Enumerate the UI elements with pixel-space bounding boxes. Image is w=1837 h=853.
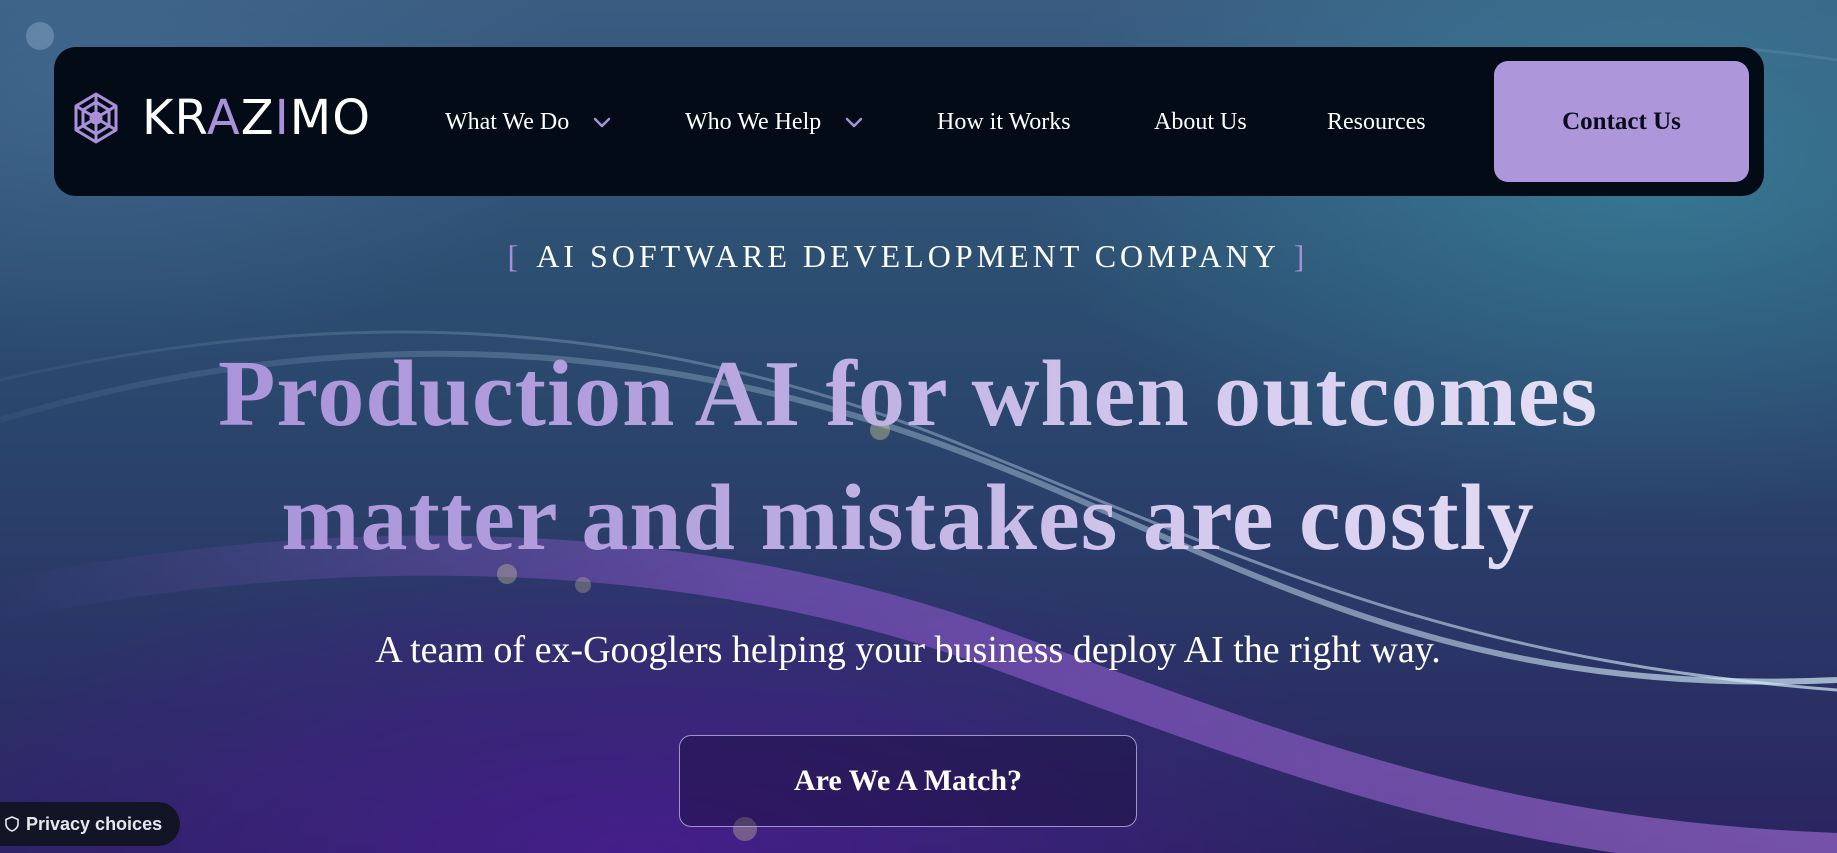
nav-item-label: About Us bbox=[1154, 108, 1247, 135]
nav-item-label: How it Works bbox=[937, 108, 1071, 135]
contact-us-button[interactable]: Contact Us bbox=[1494, 61, 1749, 182]
eyebrow-text: AI SOFTWARE DEVELOPMENT COMPANY bbox=[536, 238, 1280, 274]
top-navbar: KRAZIMO What We Do Who We Help How it Wo… bbox=[54, 47, 1764, 196]
shield-icon bbox=[5, 816, 19, 832]
nav-item-about-us[interactable]: About Us bbox=[1154, 104, 1247, 140]
eyebrow-bracket-close: ] bbox=[1293, 238, 1309, 274]
nav-item-label: What We Do bbox=[445, 108, 570, 135]
chevron-down-icon bbox=[594, 117, 611, 128]
nav-item-label: Resources bbox=[1327, 108, 1426, 135]
nav-item-what-we-do[interactable]: What We Do bbox=[445, 104, 613, 140]
privacy-choices-button[interactable]: Privacy choices bbox=[0, 802, 181, 846]
brand-wordmark: KRAZIMO bbox=[142, 90, 371, 146]
hero-eyebrow: [ AI SOFTWARE DEVELOPMENT COMPANY] bbox=[0, 238, 1816, 275]
chevron-down-icon bbox=[846, 117, 863, 128]
privacy-choices-label: Privacy choices bbox=[26, 813, 163, 834]
eyebrow-bracket-open: [ bbox=[507, 238, 523, 274]
brand-logo[interactable]: KRAZIMO bbox=[68, 90, 371, 146]
hero-subtitle: A team of ex-Googlers helping your busin… bbox=[375, 629, 1441, 671]
headline-line-1: Production AI for when outcomes bbox=[217, 342, 1599, 446]
nav-item-how-it-works[interactable]: How it Works bbox=[937, 104, 1071, 140]
snowflake-knot-icon bbox=[74, 92, 118, 144]
nav-item-label: Who We Help bbox=[685, 108, 822, 135]
hero-headline: Production AI for when outcomes matter a… bbox=[0, 332, 1816, 580]
nav-item-resources[interactable]: Resources bbox=[1327, 104, 1426, 140]
are-we-a-match-button[interactable]: Are We A Match? bbox=[679, 735, 1137, 827]
headline-line-2: matter and mistakes are costly bbox=[281, 466, 1535, 570]
nav-item-who-we-help[interactable]: Who We Help bbox=[685, 104, 865, 140]
